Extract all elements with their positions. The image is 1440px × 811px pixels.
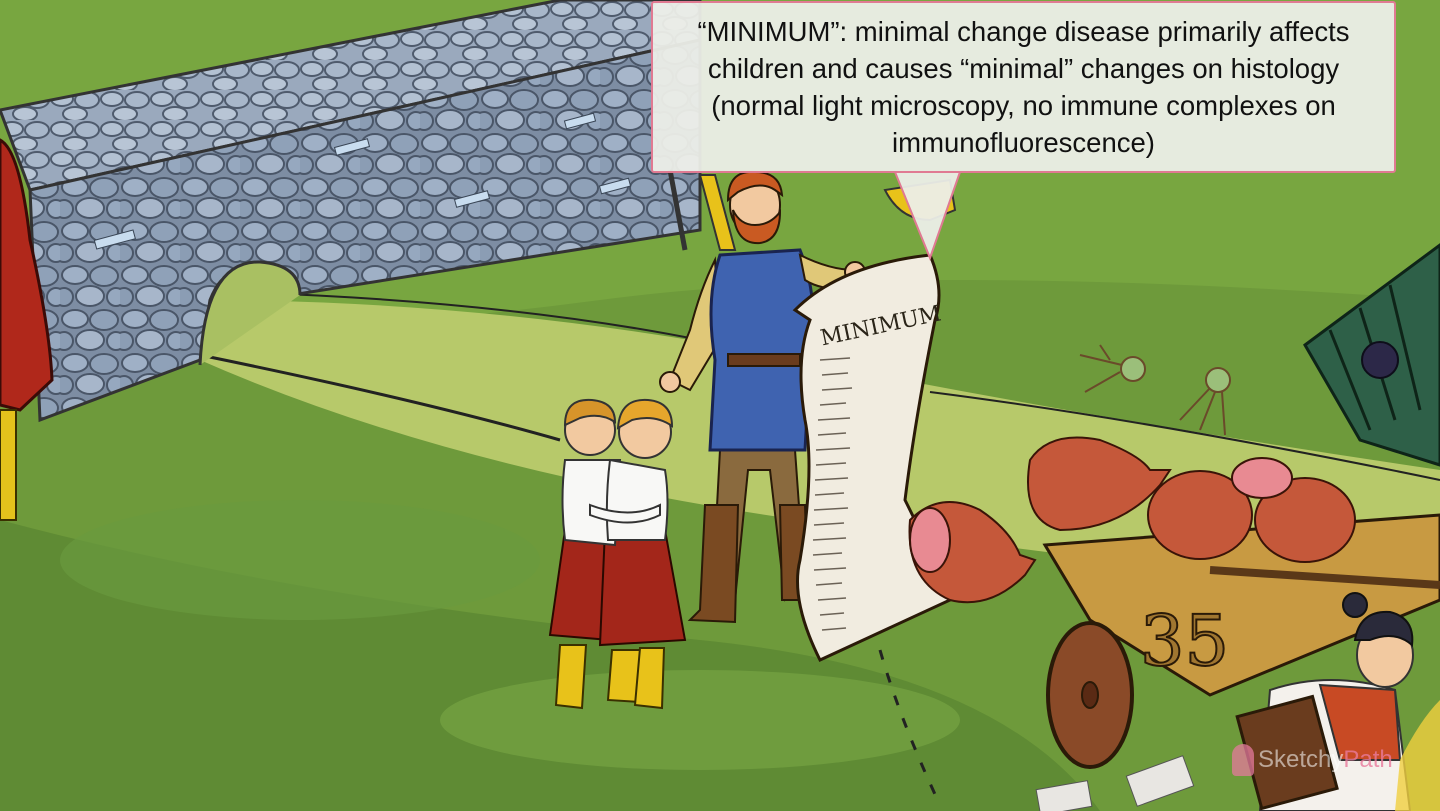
child-boots-right [633, 647, 666, 710]
sketchypath-watermark: Sketchy Path [1232, 744, 1393, 776]
cart-ham-cut [1231, 457, 1293, 499]
sketchy-logo-icon [1232, 744, 1254, 776]
man-hand-left [659, 371, 681, 393]
child-right-shirt [605, 458, 669, 541]
ham-2-cut [909, 507, 951, 573]
watermark-path: Path [1343, 746, 1393, 773]
woman-bun [1342, 592, 1368, 618]
man-tunic [708, 248, 815, 452]
left-figure-boot [0, 409, 17, 521]
grass-patch-1 [60, 500, 540, 620]
child-boots-left [554, 644, 588, 710]
grass-patch-2 [440, 670, 960, 770]
man-belt [727, 353, 801, 367]
cart-wheel-hub [1081, 681, 1099, 709]
cart-number: 35 [1140, 600, 1229, 682]
caption-callout: “MINIMUM”: minimal change disease primar… [651, 1, 1396, 173]
cage-creature [1361, 341, 1399, 379]
caption-text: “MINIMUM”: minimal change disease primar… [697, 16, 1350, 158]
watermark-sketchy: Sketchy [1258, 746, 1344, 773]
